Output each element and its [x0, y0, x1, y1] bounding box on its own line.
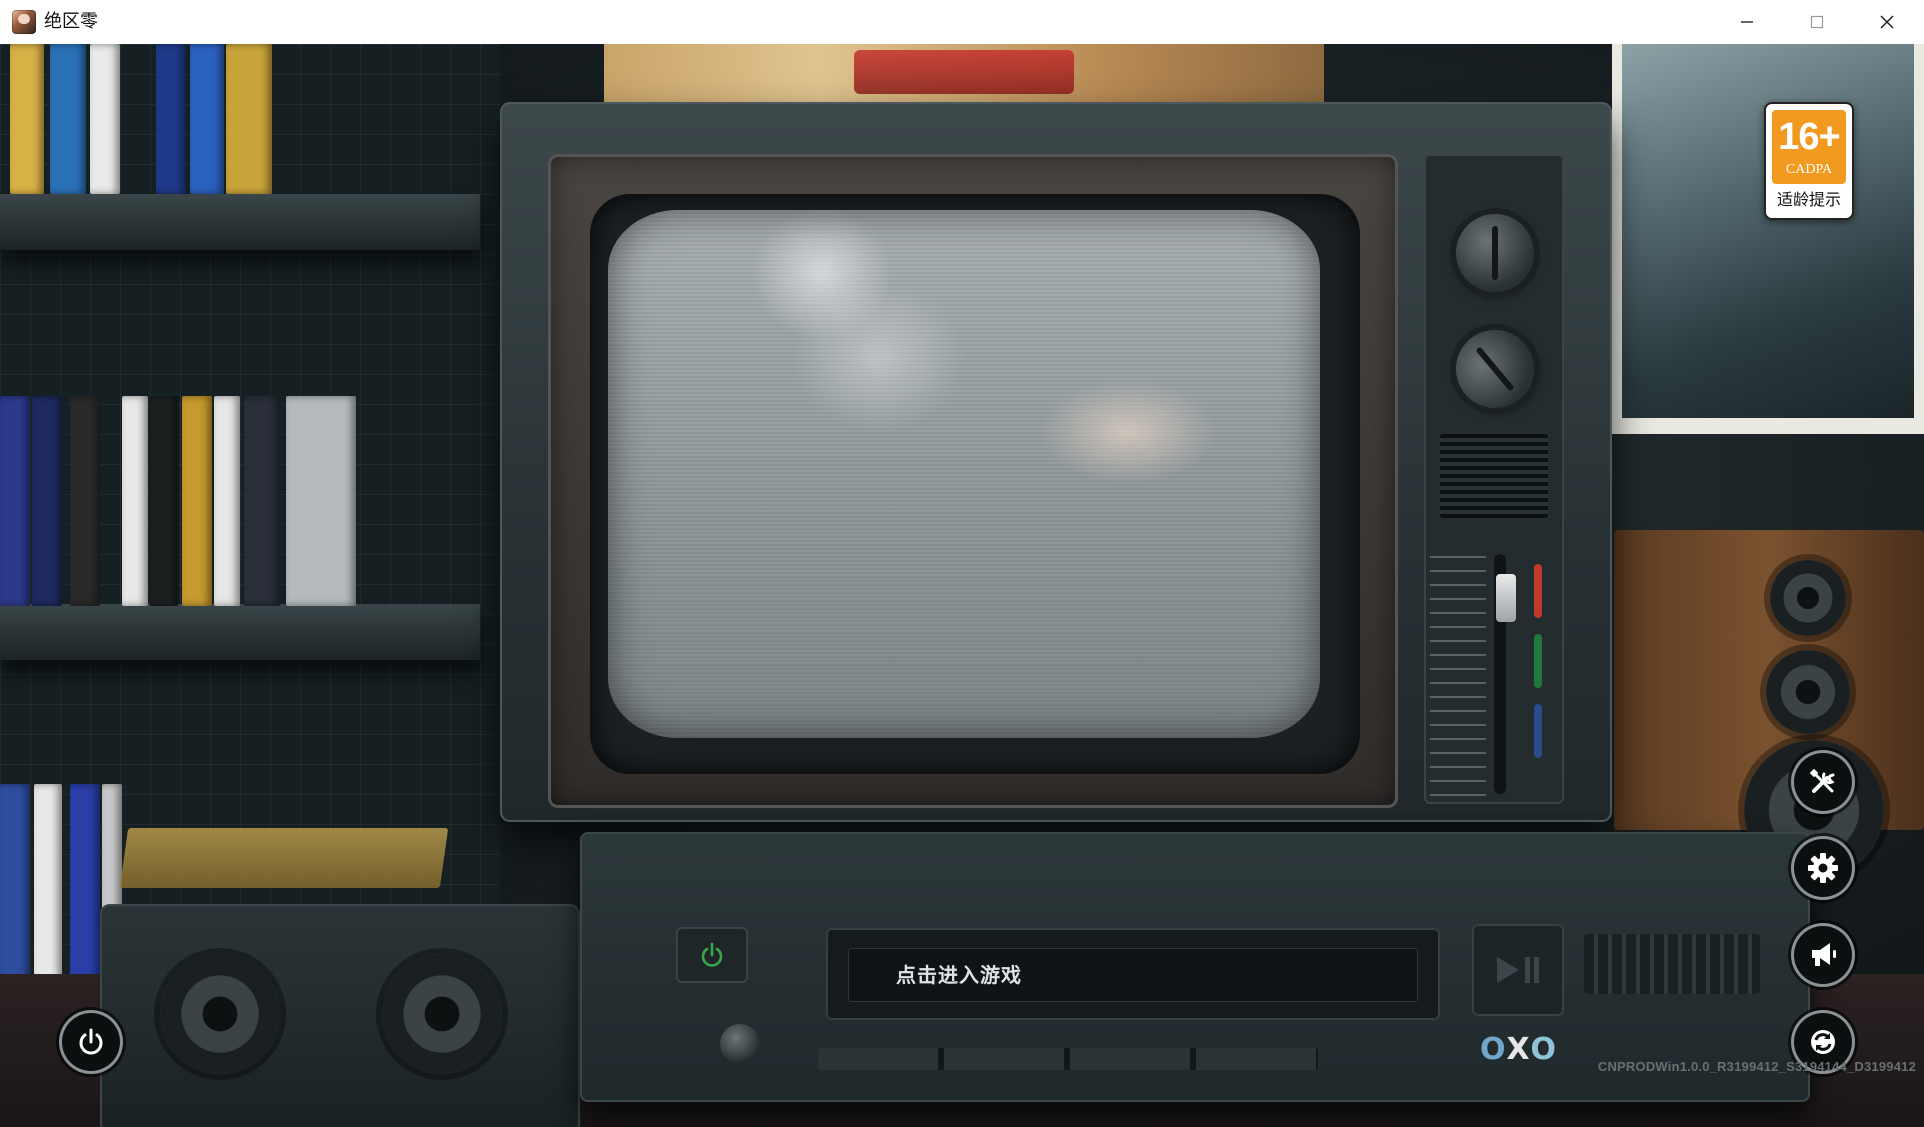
book — [190, 44, 224, 194]
brand-logo-letter: O — [1480, 1032, 1507, 1067]
tv-slider-thumb — [1496, 574, 1516, 622]
vcr-buttons-strip — [818, 1048, 1318, 1070]
brand-logo-letter: O — [1530, 1032, 1559, 1067]
tools-button[interactable] — [1794, 753, 1852, 811]
power-icon — [79, 1028, 103, 1055]
window-title: 绝区零 — [44, 11, 98, 32]
megaphone-icon — [1812, 943, 1836, 966]
tv-grille — [1440, 434, 1548, 518]
speaker-cone — [1766, 650, 1850, 734]
maximize-button[interactable] — [1782, 0, 1852, 44]
book — [214, 396, 240, 606]
book — [244, 396, 280, 606]
vcr-power-button[interactable] — [676, 927, 748, 983]
minimize-button[interactable] — [1712, 0, 1782, 44]
tv-knob — [1456, 214, 1534, 292]
power-icon — [701, 942, 723, 967]
speaker-cone — [160, 954, 280, 1074]
book — [0, 396, 30, 606]
shelf — [0, 604, 480, 660]
brand-logo-letter: X — [1506, 1032, 1531, 1067]
minimize-icon — [1741, 21, 1753, 23]
vcr-play-button — [1472, 924, 1564, 1016]
rating-note: 适龄提示 — [1776, 190, 1841, 209]
announcement-button[interactable] — [1794, 926, 1852, 984]
led-green — [1534, 634, 1542, 688]
close-icon — [1880, 15, 1894, 29]
book — [286, 396, 356, 606]
close-button[interactable] — [1852, 0, 1922, 44]
speaker-cone — [382, 954, 502, 1074]
rating-color-block: 16+ CADPA — [1772, 110, 1846, 184]
tools-icon — [1809, 768, 1835, 793]
book — [150, 396, 178, 606]
book — [70, 396, 100, 606]
tape-box — [119, 828, 449, 888]
book — [156, 44, 186, 194]
led-red — [1534, 564, 1542, 618]
settings-button[interactable] — [1794, 839, 1852, 897]
version-label: CNPRODWin1.0.0_R3199412_S3194144_D319941… — [1597, 1059, 1916, 1074]
shelf — [0, 194, 480, 250]
maximize-icon — [1810, 15, 1824, 29]
age-rating-badge[interactable]: 16+ CADPA 适龄提示 — [1764, 102, 1854, 220]
launcher-scene: 点击进入游戏 OXO — [0, 44, 1924, 1127]
book — [10, 44, 44, 194]
rating-age: 16+ — [1778, 116, 1840, 158]
book — [226, 44, 272, 194]
gear-icon — [1808, 853, 1838, 883]
brand-logo: OXO — [1480, 1032, 1558, 1067]
speaker-cone — [1770, 560, 1846, 636]
vcr-grille — [1584, 934, 1760, 994]
speaker-cabinet — [1614, 530, 1924, 880]
vcr-dial — [720, 1024, 760, 1064]
book — [32, 396, 62, 606]
speaker-box — [100, 904, 580, 1127]
tv-screen — [608, 210, 1320, 738]
book — [50, 44, 86, 194]
book — [90, 44, 120, 194]
enter-game-label[interactable]: 点击进入游戏 — [896, 948, 1022, 1002]
power-button[interactable] — [62, 1013, 120, 1071]
play-pause-icon — [1497, 957, 1539, 983]
rating-org: CADPA — [1785, 162, 1833, 177]
tv-slider-ticks — [1430, 556, 1486, 796]
book — [182, 396, 212, 606]
app-icon — [12, 10, 36, 34]
led-blue — [1534, 704, 1542, 758]
game-launcher-window: 绝区零 点击进入游戏 OXO 16+ CADPA 适龄提示 CNPRODWin1… — [0, 0, 1924, 1127]
title-bar: 绝区零 — [0, 0, 1924, 45]
poster-artwork — [1622, 44, 1914, 418]
poster-top — [604, 44, 1324, 104]
refresh-icon — [1811, 1030, 1835, 1054]
book — [122, 396, 148, 606]
